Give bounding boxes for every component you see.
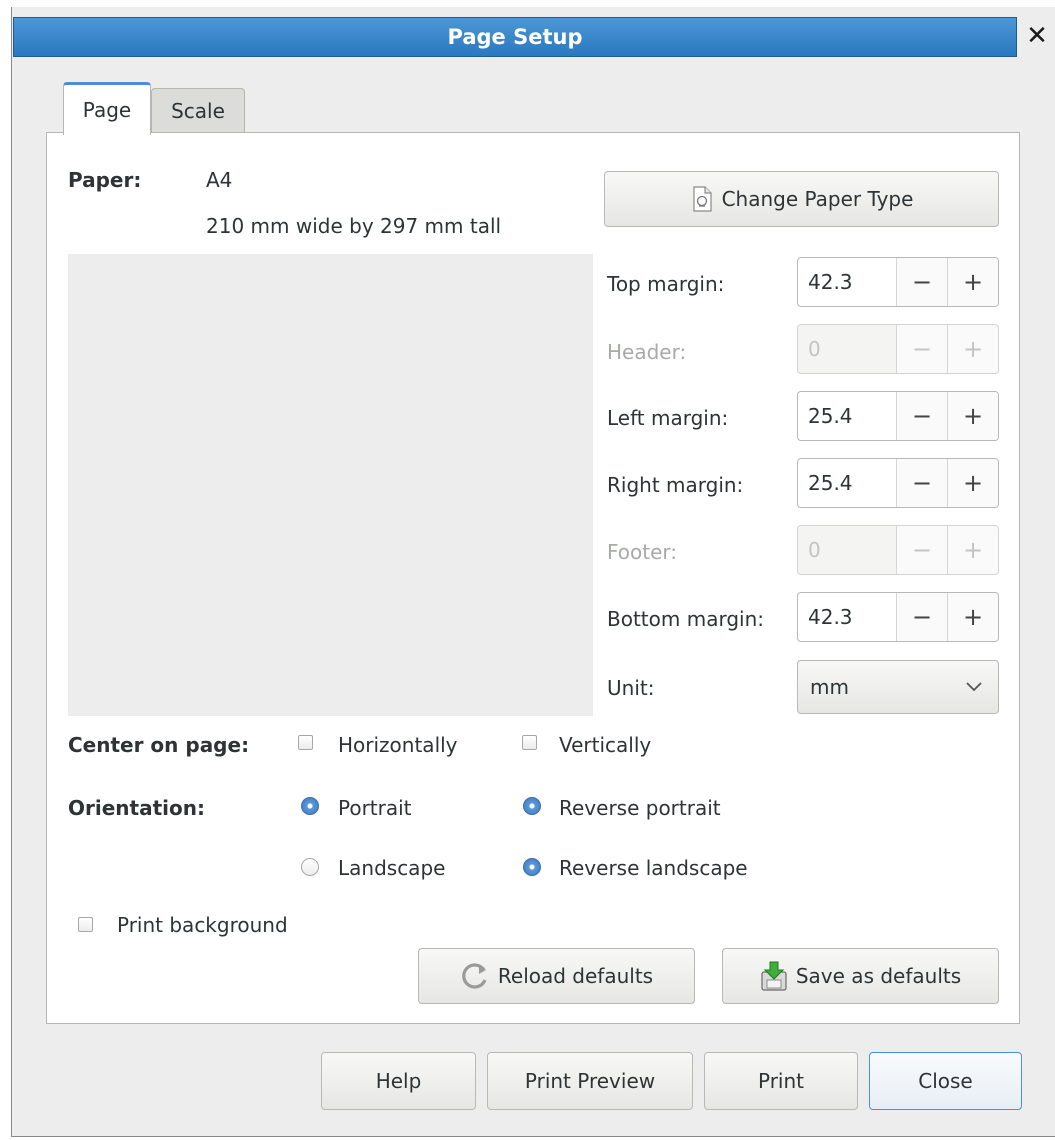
bottom-margin-decrement-button[interactable]: − <box>896 593 947 641</box>
right-margin-increment-button[interactable]: + <box>947 459 998 507</box>
tab-scale[interactable]: Scale <box>151 88 245 132</box>
reverse-portrait-label[interactable]: Reverse portrait <box>559 796 721 820</box>
paper-name: A4 <box>206 168 233 192</box>
page-preview <box>68 254 593 716</box>
unit-value: mm <box>810 675 849 699</box>
reverse-landscape-radio[interactable] <box>523 858 541 876</box>
left-margin-label: Left margin: <box>607 406 729 430</box>
header-spinbox: 0 − + <box>797 324 999 374</box>
horizontally-label[interactable]: Horizontally <box>338 733 458 757</box>
reload-icon <box>462 963 487 989</box>
orientation-label: Orientation: <box>68 796 205 820</box>
landscape-radio[interactable] <box>301 858 319 876</box>
close-button[interactable]: Close <box>869 1052 1022 1110</box>
top-margin-decrement-button[interactable]: − <box>896 258 947 306</box>
left-margin-increment-button[interactable]: + <box>947 392 998 440</box>
paper-label: Paper: <box>68 168 142 192</box>
print-button[interactable]: Print <box>704 1052 858 1110</box>
center-on-page-label: Center on page: <box>68 733 250 757</box>
header-decrement-button: − <box>896 325 947 373</box>
footer-label: Footer: <box>607 540 678 564</box>
left-margin-decrement-button[interactable]: − <box>896 392 947 440</box>
unit-label: Unit: <box>607 676 655 700</box>
right-margin-spinbox[interactable]: 25.4 − + <box>797 458 999 508</box>
save-as-defaults-label: Save as defaults <box>795 964 962 988</box>
help-button[interactable]: Help <box>321 1052 476 1110</box>
print-preview-label: Print Preview <box>524 1069 656 1093</box>
change-paper-type-button[interactable]: Change Paper Type <box>604 171 999 227</box>
tab-page-label: Page <box>82 98 132 122</box>
print-label: Print <box>757 1069 804 1093</box>
bottom-margin-increment-button[interactable]: + <box>947 593 998 641</box>
footer-increment-button: + <box>947 526 998 574</box>
top-margin-input[interactable]: 42.3 <box>798 258 896 306</box>
footer-spinbox: 0 − + <box>797 525 999 575</box>
close-label: Close <box>918 1069 973 1093</box>
portrait-label[interactable]: Portrait <box>338 796 412 820</box>
reverse-portrait-radio[interactable] <box>523 797 541 815</box>
left-margin-spinbox[interactable]: 25.4 − + <box>797 391 999 441</box>
top-margin-label: Top margin: <box>607 272 725 296</box>
right-margin-input[interactable]: 25.4 <box>798 459 896 507</box>
reload-defaults-label: Reload defaults <box>497 964 654 988</box>
horizontally-checkbox[interactable] <box>298 735 313 750</box>
header-label: Header: <box>607 340 687 364</box>
title-bar[interactable]: Page Setup <box>13 17 1017 57</box>
tab-page[interactable]: Page <box>63 82 151 135</box>
print-background-label[interactable]: Print background <box>117 913 288 937</box>
chevron-down-icon <box>966 682 982 692</box>
left-margin-input[interactable]: 25.4 <box>798 392 896 440</box>
right-margin-label: Right margin: <box>607 473 744 497</box>
header-increment-button: + <box>947 325 998 373</box>
vertically-label[interactable]: Vertically <box>559 733 651 757</box>
landscape-label[interactable]: Landscape <box>338 856 445 880</box>
header-input: 0 <box>808 337 821 361</box>
footer-decrement-button: − <box>896 526 947 574</box>
save-icon <box>761 961 787 991</box>
portrait-radio[interactable] <box>301 797 319 815</box>
top-margin-increment-button[interactable]: + <box>947 258 998 306</box>
save-as-defaults-button[interactable]: Save as defaults <box>722 948 999 1004</box>
print-preview-button[interactable]: Print Preview <box>487 1052 693 1110</box>
close-window-icon[interactable]: ✕ <box>1022 20 1052 52</box>
bottom-margin-spinbox[interactable]: 42.3 − + <box>797 592 999 642</box>
vertically-checkbox[interactable] <box>522 735 537 750</box>
paper-type-icon <box>692 186 712 212</box>
top-margin-spinbox[interactable]: 42.3 − + <box>797 257 999 307</box>
bottom-margin-label: Bottom margin: <box>607 607 764 631</box>
help-label: Help <box>375 1069 422 1093</box>
tab-scale-label: Scale <box>171 98 225 123</box>
print-background-checkbox[interactable] <box>78 917 93 932</box>
paper-dimensions: 210 mm wide by 297 mm tall <box>206 214 502 238</box>
bottom-margin-input[interactable]: 42.3 <box>798 593 896 641</box>
change-paper-type-label: Change Paper Type <box>721 187 914 211</box>
window-title: Page Setup <box>447 25 583 49</box>
footer-input: 0 <box>808 538 821 562</box>
right-margin-decrement-button[interactable]: − <box>896 459 947 507</box>
unit-select[interactable]: mm <box>797 660 999 714</box>
reload-defaults-button[interactable]: Reload defaults <box>418 948 695 1004</box>
reverse-landscape-label[interactable]: Reverse landscape <box>559 856 748 880</box>
